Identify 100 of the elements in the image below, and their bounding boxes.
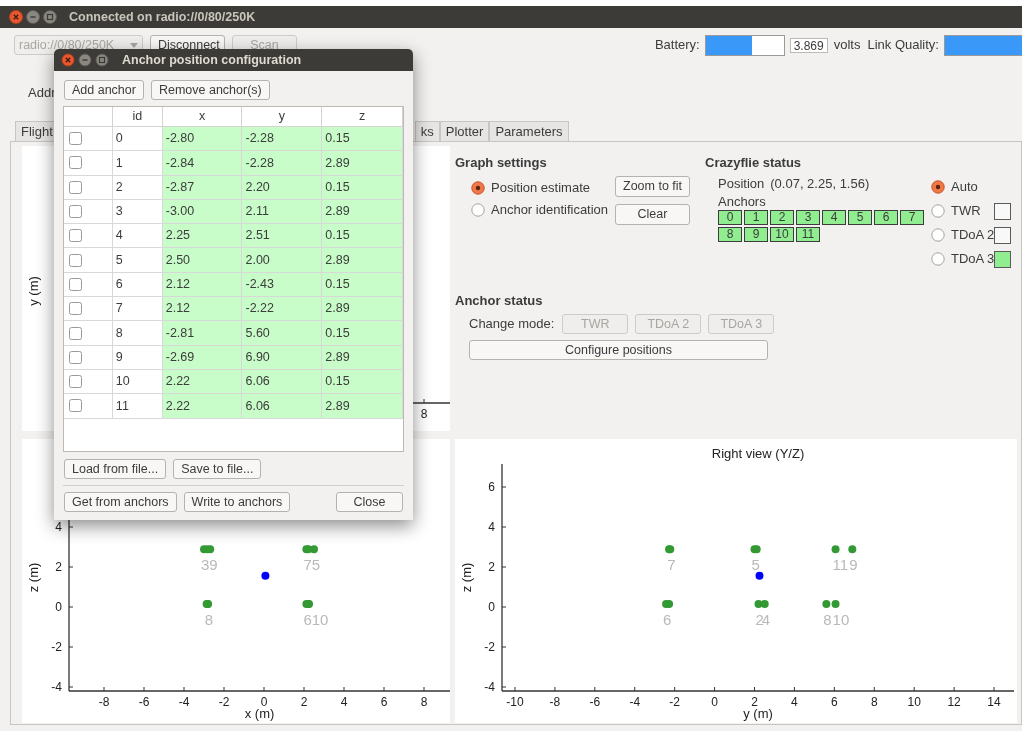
tick-label: -8 (98, 695, 110, 709)
point-label: 11 (832, 556, 849, 574)
battery-label: Battery: (654, 36, 700, 55)
table-cell: 4 (112, 224, 163, 248)
table-cell: -2.81 (162, 321, 243, 345)
tick-label: 2 (751, 695, 758, 709)
table-cell: 2.20 (242, 175, 323, 199)
window-title: Connected on radio://0/80/250K (69, 8, 256, 26)
point-label: 9 (849, 556, 858, 574)
table-cell: 8 (112, 321, 163, 345)
table-cell: 10 (112, 369, 163, 394)
battery-voltage: 3.869 (789, 37, 828, 53)
axis-label: y (m) (26, 276, 41, 306)
table-cell: 0.15 (322, 224, 403, 248)
button[interactable]: Configure positions (469, 340, 768, 361)
radio-option[interactable]: Auto (931, 177, 978, 197)
axis-label: z (m) (26, 562, 41, 593)
tick-label: -6 (589, 695, 601, 709)
table-cell: 6.06 (242, 394, 323, 418)
button[interactable]: Get from anchors (64, 492, 177, 512)
button[interactable]: Clear (615, 204, 690, 225)
column-header[interactable]: id (112, 107, 163, 126)
tick-label: -8 (549, 695, 561, 709)
point-label: 5 (751, 556, 760, 574)
tick-label: -2 (669, 695, 680, 709)
anchor-indicator: 1 (744, 210, 768, 225)
tab[interactable]: Plotter (439, 121, 490, 141)
point-label: 39 (201, 556, 218, 574)
table-cell: 2.50 (162, 248, 243, 272)
table-cell: 6.06 (242, 369, 323, 394)
tick-label: 6 (380, 695, 388, 709)
tick-label: -4 (178, 695, 190, 709)
column-header[interactable]: y (242, 107, 323, 126)
table-cell: 0.15 (322, 272, 403, 297)
tick-label: 0 (711, 695, 718, 709)
anchors-label: Anchors (717, 193, 767, 210)
tick-label: 0 (55, 600, 62, 614)
radio-option[interactable]: Position estimate (471, 180, 609, 196)
table-cell: 2.00 (242, 248, 323, 272)
tick-label: 4 (488, 520, 495, 534)
point-label: 75 (303, 556, 321, 574)
radio-option[interactable]: TWR (931, 201, 981, 221)
button[interactable]: Close (336, 492, 403, 512)
tick-label: 0 (488, 600, 495, 614)
button[interactable]: Write to anchors (183, 492, 291, 512)
tick-label: -4 (484, 680, 495, 694)
point-label: 4 (761, 611, 771, 628)
anchor-indicator: 0 (718, 210, 742, 225)
table-cell: 2.89 (322, 394, 403, 418)
radio-option[interactable]: Anchor identification (471, 202, 609, 218)
tick-label: 8 (420, 407, 428, 421)
table-cell: -2.28 (242, 151, 323, 175)
column-header[interactable]: x (162, 107, 243, 126)
point-label: 8 (204, 611, 214, 628)
anchor-indicator: 3 (796, 210, 820, 225)
table-cell: 5.60 (242, 321, 323, 345)
address-label: Addr (28, 84, 56, 103)
tick-label: 8 (420, 695, 428, 709)
anchor-indicator: 7 (900, 210, 924, 225)
table-cell: 2.12 (162, 297, 243, 321)
table-cell: 2.89 (322, 199, 403, 224)
tick-label: -10 (506, 695, 524, 709)
table-cell: -2.84 (162, 151, 243, 175)
anchor-indicator: 5 (848, 210, 872, 225)
point-label: 7 (667, 556, 676, 574)
button[interactable]: Add anchor (64, 80, 144, 100)
table-cell: 0 (112, 127, 163, 151)
tick-label: 12 (947, 695, 961, 709)
table-cell: 7 (112, 297, 163, 321)
tab[interactable]: ks (414, 121, 440, 141)
radio-option[interactable]: TDoA 2 (931, 225, 995, 245)
table-cell: -2.22 (242, 297, 323, 321)
tick-label: -2 (484, 640, 495, 654)
button[interactable]: Remove anchor(s) (150, 80, 270, 100)
tick-label: -4 (51, 680, 62, 694)
change-mode-label: Change mode: (469, 315, 555, 334)
point-label: 610 (303, 611, 329, 628)
tick-label: 4 (791, 695, 798, 709)
button[interactable]: Load from file... (64, 459, 167, 479)
table-cell: 0.15 (322, 321, 403, 345)
table-cell: 1 (112, 151, 163, 175)
table-cell: 11 (112, 394, 163, 418)
tick-label: 6 (488, 480, 495, 494)
button[interactable]: Save to file... (173, 459, 262, 479)
button[interactable]: Zoom to fit (615, 176, 690, 197)
voltage-unit: volts (833, 36, 861, 55)
point-label: 10 (832, 611, 850, 628)
column-header[interactable]: z (322, 107, 403, 126)
tick-label: 14 (987, 695, 1001, 709)
table-cell: 9 (112, 345, 163, 369)
tick-label: 4 (340, 695, 348, 709)
table-cell: -2.43 (242, 272, 323, 297)
tick-label: 4 (55, 520, 62, 534)
table-cell: 3 (112, 199, 163, 224)
tick-label: 8 (870, 695, 878, 709)
tick-label: 10 (907, 695, 921, 709)
table-cell: 0.15 (322, 369, 403, 394)
tab[interactable]: Parameters (489, 121, 569, 141)
radio-option[interactable]: TDoA 3 (931, 249, 995, 269)
table-cell: 6 (112, 272, 163, 297)
